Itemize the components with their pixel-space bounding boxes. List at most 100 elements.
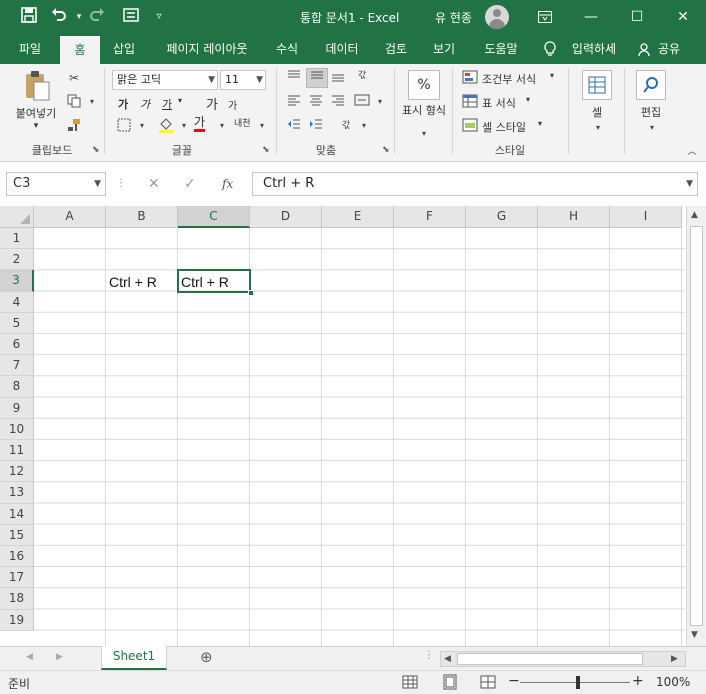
cells-icon[interactable] xyxy=(582,70,612,100)
scroll-up-icon[interactable]: ▲ xyxy=(691,210,698,220)
row-header-4[interactable]: 4 xyxy=(0,291,34,313)
format-painter-icon[interactable] xyxy=(66,118,82,134)
share-button[interactable]: 공유 xyxy=(654,34,684,64)
paste-dropdown-icon[interactable]: ▾ xyxy=(8,121,64,131)
horizontal-scrollbar[interactable]: ◀ ▶ xyxy=(440,651,686,667)
fill-handle[interactable] xyxy=(248,290,254,296)
insert-function-button[interactable]: fx xyxy=(222,177,233,191)
close-button[interactable]: ✕ xyxy=(660,0,706,34)
column-header-c[interactable]: C xyxy=(178,206,250,228)
copy-dropdown-icon[interactable]: ▾ xyxy=(84,94,100,110)
column-header-g[interactable]: G xyxy=(466,206,538,228)
shrink-font-button[interactable]: 가 xyxy=(228,97,237,112)
copy-icon[interactable] xyxy=(66,94,82,110)
more-options-icon[interactable]: ⋮ xyxy=(116,178,126,189)
conditional-format-icon[interactable] xyxy=(462,70,478,86)
bold-button[interactable]: 가 xyxy=(118,96,128,112)
cell-area[interactable]: Ctrl + R Ctrl + R xyxy=(34,228,685,646)
cut-icon[interactable]: ✂ xyxy=(66,70,82,86)
row-header-16[interactable]: 16 xyxy=(0,546,34,568)
merge-center-icon[interactable] xyxy=(354,94,370,110)
cells-button[interactable]: 셀 xyxy=(582,104,612,120)
increase-indent-icon[interactable] xyxy=(308,118,324,134)
row-header-10[interactable]: 10 xyxy=(0,418,34,440)
horizontal-scroll-thumb[interactable] xyxy=(457,653,643,665)
number-format-icon[interactable]: % xyxy=(408,70,440,100)
border-dropdown-icon[interactable]: ▾ xyxy=(134,118,150,134)
phonetic-dropdown-icon[interactable]: ▾ xyxy=(254,118,270,134)
conditional-format-dropdown-icon[interactable]: ▾ xyxy=(550,71,554,80)
minimize-button[interactable]: — xyxy=(568,0,614,34)
row-header-1[interactable]: 1 xyxy=(0,228,34,250)
add-sheet-icon[interactable]: ⊕ xyxy=(200,648,213,666)
maximize-button[interactable]: ☐ xyxy=(614,0,660,34)
row-header-3[interactable]: 3 xyxy=(0,270,34,292)
cell-styles-dropdown-icon[interactable]: ▾ xyxy=(538,119,542,128)
row-header-13[interactable]: 13 xyxy=(0,482,34,504)
alignment-launcher-icon[interactable]: ⬊ xyxy=(382,145,390,155)
tab-insert[interactable]: 삽입 xyxy=(104,34,144,64)
split-handle-icon[interactable]: ⋮ xyxy=(424,650,434,661)
scroll-down-icon[interactable]: ▼ xyxy=(691,630,698,640)
fill-color-icon[interactable] xyxy=(158,116,174,133)
form-icon[interactable] xyxy=(120,6,142,28)
decrease-indent-icon[interactable] xyxy=(286,118,302,134)
tell-me-input[interactable]: 입력하세 xyxy=(564,34,624,64)
cell-b3[interactable]: Ctrl + R xyxy=(109,274,157,290)
vertical-scrollbar[interactable]: ▲ ▼ xyxy=(686,206,706,646)
prev-sheet-icon[interactable]: ◀ xyxy=(26,652,33,662)
row-header-19[interactable]: 19 xyxy=(0,609,34,631)
table-format-icon[interactable] xyxy=(462,94,478,110)
name-box[interactable]: C3 ▼ xyxy=(6,172,106,196)
select-all-button[interactable] xyxy=(0,206,34,228)
undo-icon[interactable] xyxy=(48,6,70,28)
row-header-17[interactable]: 17 xyxy=(0,567,34,589)
expand-formula-icon[interactable]: ▼ xyxy=(686,173,693,195)
save-icon[interactable] xyxy=(18,6,40,28)
tab-home[interactable]: 홈 xyxy=(60,34,100,64)
row-header-12[interactable]: 12 xyxy=(0,461,34,483)
align-top-icon[interactable] xyxy=(286,70,302,86)
align-center-icon[interactable] xyxy=(308,94,324,110)
row-header-7[interactable]: 7 xyxy=(0,355,34,377)
zoom-slider-handle[interactable] xyxy=(576,676,580,689)
zoom-out-button[interactable]: − xyxy=(508,673,520,689)
row-header-2[interactable]: 2 xyxy=(0,249,34,271)
column-header-e[interactable]: E xyxy=(322,206,394,228)
tab-review[interactable]: 검토 xyxy=(376,34,416,64)
user-name[interactable]: 유 현종 xyxy=(435,9,472,26)
vertical-scroll-thumb[interactable] xyxy=(690,226,703,626)
font-size-combo[interactable]: 11 ▼ xyxy=(220,70,266,90)
page-break-view-icon[interactable] xyxy=(480,674,496,690)
cell-styles-icon[interactable] xyxy=(462,118,478,134)
tab-page-layout[interactable]: 페이지 레이아웃 xyxy=(152,34,262,64)
font-launcher-icon[interactable]: ⬊ xyxy=(262,145,270,155)
conditional-format-button[interactable]: 조건부 서식 xyxy=(482,71,536,87)
row-header-11[interactable]: 11 xyxy=(0,440,34,462)
merge-dropdown-icon[interactable]: ▾ xyxy=(372,94,388,110)
editing-dropdown-icon[interactable]: ▾ xyxy=(644,120,660,136)
scroll-left-icon[interactable]: ◀ xyxy=(444,654,451,664)
phonetic-button[interactable]: 내천 xyxy=(234,116,251,129)
scroll-right-icon[interactable]: ▶ xyxy=(671,654,678,664)
tab-file[interactable]: 파일 xyxy=(8,34,52,64)
orientation-icon[interactable]: 갃 xyxy=(354,68,370,84)
normal-view-icon[interactable] xyxy=(402,674,418,690)
column-header-b[interactable]: B xyxy=(106,206,178,228)
text-direction-dropdown-icon[interactable]: ▾ xyxy=(356,118,372,134)
align-bottom-icon[interactable] xyxy=(330,70,346,86)
zoom-level[interactable]: 100% xyxy=(656,675,690,689)
clipboard-launcher-icon[interactable]: ⬊ xyxy=(92,145,100,155)
number-format-button[interactable]: 표시 형식 xyxy=(400,104,448,118)
column-header-i[interactable]: I xyxy=(610,206,682,228)
active-cell-c3[interactable]: Ctrl + R xyxy=(177,269,251,293)
grow-font-button[interactable]: 가 xyxy=(206,94,218,113)
table-format-dropdown-icon[interactable]: ▾ xyxy=(526,95,530,104)
cancel-icon[interactable]: ✕ xyxy=(148,176,160,192)
tab-view[interactable]: 보기 xyxy=(424,34,464,64)
column-header-f[interactable]: F xyxy=(394,206,466,228)
border-icon[interactable] xyxy=(116,118,132,134)
customize-icon[interactable]: ▿ xyxy=(148,6,170,28)
align-left-icon[interactable] xyxy=(286,94,302,110)
row-header-18[interactable]: 18 xyxy=(0,588,34,610)
